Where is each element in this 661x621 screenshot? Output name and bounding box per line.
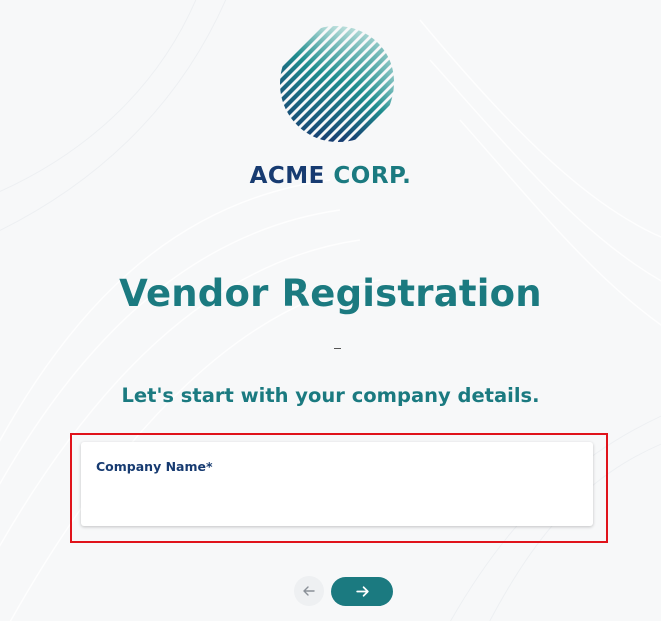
- company-name-label: Company Name*: [96, 459, 213, 474]
- next-button[interactable]: [331, 577, 393, 606]
- company-name-input[interactable]: [96, 482, 576, 512]
- brand-wordmark: ACME CORP.: [0, 160, 661, 192]
- brand-name-part1: ACME: [249, 163, 325, 189]
- vendor-registration-page: ACME CORP. Vendor Registration Let's sta…: [0, 0, 661, 621]
- page-title: Vendor Registration: [119, 272, 542, 315]
- arrow-left-icon: [303, 586, 315, 596]
- brand-name-part2: CORP.: [333, 163, 412, 189]
- title-divider: [334, 348, 341, 349]
- acme-logo-icon: [280, 26, 394, 142]
- company-name-field-card[interactable]: Company Name*: [81, 442, 593, 526]
- back-button[interactable]: [294, 576, 324, 606]
- arrow-right-icon: [355, 586, 369, 597]
- page-subtitle: Let's start with your company details.: [121, 384, 540, 407]
